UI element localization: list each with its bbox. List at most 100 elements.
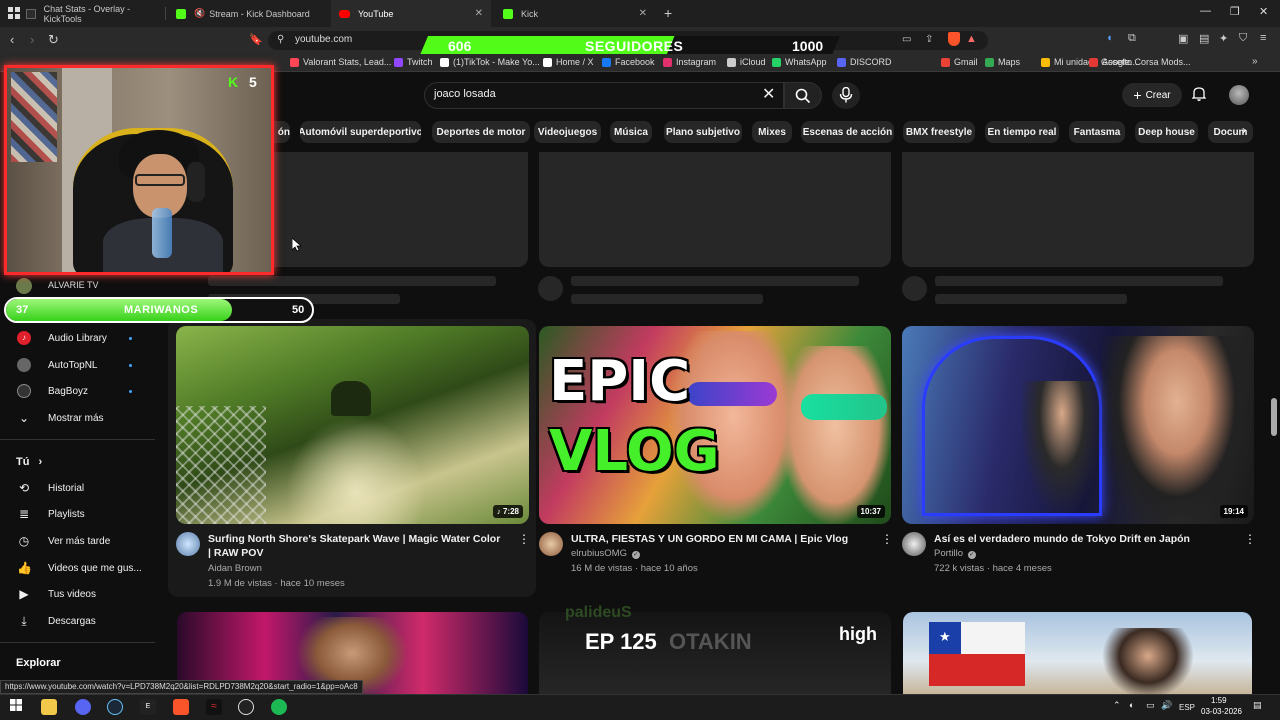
share-icon[interactable]: ⇪ — [925, 34, 933, 45]
sidebar-sub-bagboyz[interactable]: BagBoyz — [0, 378, 160, 404]
video-thumbnail[interactable]: ★ — [903, 612, 1252, 694]
network-icon[interactable]: ▭ — [1146, 700, 1155, 711]
mute-icon[interactable]: 🔇 — [194, 8, 205, 19]
video-thumbnail[interactable]: EPIC VLOG 10:37 — [539, 326, 891, 524]
notifications-bell-icon[interactable] — [1191, 86, 1207, 104]
filter-chip[interactable]: Docum — [1208, 121, 1253, 143]
page-scrollbar[interactable] — [1271, 398, 1277, 436]
cast-icon[interactable]: ▭ — [902, 34, 911, 45]
channel-avatar[interactable] — [902, 532, 926, 556]
back-icon[interactable]: ‹ — [10, 32, 14, 47]
bookmark-item[interactable]: iCloud — [727, 57, 766, 67]
close-tab-icon[interactable]: ✕ — [475, 8, 483, 19]
sidebar-sub-autotopnl[interactable]: AutoTopNL — [0, 352, 160, 378]
clock-date[interactable]: 03-03-2026 — [1201, 707, 1242, 716]
channel-name[interactable]: Aidan Brown — [208, 563, 262, 574]
video-thumbnail[interactable]: 19:14 — [902, 326, 1254, 524]
epic-games-icon[interactable]: E — [140, 699, 156, 715]
account-avatar[interactable] — [1229, 85, 1249, 105]
bookmark-item[interactable]: Facebook — [602, 57, 655, 67]
tab-youtube[interactable]: YouTube ✕ — [331, 0, 491, 27]
leo-ai-icon[interactable]: ✦ — [1219, 32, 1228, 45]
tab-chat-stats[interactable]: Chat Stats - Overlay - KickTools — [0, 0, 165, 27]
restore-icon[interactable]: ❐ — [1230, 5, 1240, 18]
filter-chip[interactable]: BMX freestyle — [903, 121, 975, 143]
sidebar-item-liked-videos[interactable]: 👍 Videos que me gus... — [0, 555, 160, 581]
site-info-icon[interactable]: ⚲ — [277, 34, 284, 45]
channel-avatar[interactable] — [16, 278, 32, 294]
more-options-icon[interactable]: ⋮ — [1244, 532, 1256, 546]
address-url[interactable]: youtube.com — [295, 34, 352, 45]
search-button[interactable] — [784, 82, 822, 109]
channel-avatar[interactable] — [176, 532, 200, 556]
tab-kick[interactable]: Kick ✕ — [495, 0, 655, 27]
sidebar-sub-audio-library[interactable]: ♪ Audio Library — [0, 325, 160, 351]
filter-chip[interactable]: Deep house — [1135, 121, 1198, 143]
sidebar-show-more[interactable]: ⌄ Mostrar más — [0, 405, 160, 431]
filter-chip[interactable]: En tiempo real — [985, 121, 1059, 143]
reload-icon[interactable]: ↻ — [48, 32, 59, 48]
clock-time[interactable]: 1:59 — [1211, 696, 1227, 705]
sidebar-icon[interactable]: ▣ — [1178, 32, 1188, 45]
brave-icon[interactable] — [173, 699, 189, 715]
close-tab-icon[interactable]: ✕ — [639, 8, 647, 19]
windows-start-icon[interactable] — [8, 699, 24, 715]
video-title[interactable]: ULTRA, FIESTAS Y UN GORDO EN MI CAMA | E… — [571, 532, 871, 546]
puzzle-icon[interactable]: ⧉ — [1128, 32, 1136, 45]
sidebar-item-history[interactable]: ⟲ Historial — [0, 475, 160, 501]
extensions-icon[interactable]: ◖ — [1106, 32, 1113, 44]
bookmark-item[interactable]: Valorant Stats, Lead... — [290, 57, 391, 67]
bookmark-item[interactable]: Home / X — [543, 57, 594, 67]
discord-icon[interactable] — [75, 699, 91, 715]
bookmark-item[interactable]: WhatsApp — [772, 57, 827, 67]
sidebar-you-header[interactable]: Tú › — [16, 456, 42, 468]
create-button[interactable]: + Crear — [1122, 83, 1182, 107]
forward-icon[interactable]: › — [30, 32, 34, 47]
bookmark-icon[interactable]: 🔖 — [249, 33, 263, 46]
sidebar-item-downloads[interactable]: ⤓ Descargas — [0, 608, 160, 634]
filter-chip[interactable]: Música — [610, 121, 652, 143]
more-options-icon[interactable]: ⋮ — [518, 532, 530, 546]
brave-rewards-icon[interactable]: ▲ — [966, 33, 977, 45]
vpn-icon[interactable]: ⛉ — [1239, 32, 1247, 45]
bookmark-item[interactable]: DISCORD — [837, 57, 892, 67]
filter-chip[interactable]: Plano subjetivo — [664, 121, 742, 143]
video-thumbnail[interactable]: EP 125 OTAKIN high — [539, 612, 891, 694]
new-tab-button[interactable]: + — [664, 5, 672, 21]
wallet-icon[interactable]: ▤ — [1199, 32, 1209, 45]
tray-overflow-icon[interactable]: ⌃ — [1113, 700, 1121, 711]
bookmark-item[interactable]: Assetto Corsa Mods... — [1089, 57, 1191, 67]
video-title[interactable]: Surfing North Shore's Skatepark Wave | M… — [208, 532, 506, 560]
sidebar-partial-item[interactable]: ALVARIE TV — [48, 280, 99, 290]
search-query[interactable]: joaco losada — [434, 88, 496, 100]
obs-icon[interactable] — [238, 699, 254, 715]
tab-kick-dashboard[interactable]: 🔇 Stream - Kick Dashboard — [168, 0, 328, 27]
filter-chip[interactable]: Escenas de acción — [801, 121, 894, 143]
menu-icon[interactable]: ≡ — [1260, 32, 1266, 44]
more-options-icon[interactable]: ⋮ — [881, 532, 893, 546]
language-indicator[interactable]: ESP — [1179, 703, 1195, 712]
bookmark-item[interactable]: Maps — [985, 57, 1020, 67]
voice-search-button[interactable] — [832, 82, 860, 109]
chevron-right-icon[interactable]: › — [1242, 123, 1246, 137]
channel-name[interactable]: Portillo ✓ — [934, 548, 976, 559]
brave-shield-icon[interactable] — [948, 32, 960, 46]
bookmarks-overflow-icon[interactable]: » — [1252, 56, 1258, 67]
bookmark-item[interactable]: Gmail — [941, 57, 978, 67]
filter-chip[interactable]: Deportes de motor — [432, 121, 530, 143]
bookmark-item[interactable]: Twitch — [394, 57, 433, 67]
volume-icon[interactable]: 🔊 — [1161, 700, 1172, 711]
bookmark-item[interactable]: Instagram — [663, 57, 716, 67]
clear-search-icon[interactable]: ✕ — [762, 84, 775, 104]
file-explorer-icon[interactable] — [41, 699, 57, 715]
spotify-icon[interactable] — [271, 699, 287, 715]
sidebar-item-playlists[interactable]: ≣ Playlists — [0, 501, 160, 527]
video-title[interactable]: Así es el verdadero mundo de Tokyo Drift… — [934, 532, 1234, 546]
minimize-icon[interactable]: — — [1200, 5, 1211, 17]
channel-name[interactable]: elrubiusOMG ✓ — [571, 548, 640, 559]
filter-chip[interactable]: Fantasma — [1069, 121, 1125, 143]
channel-avatar[interactable] — [539, 532, 563, 556]
video-thumbnail[interactable]: ♪ 7:28 — [176, 326, 529, 524]
sidebar-item-watch-later[interactable]: ◷ Ver más tarde — [0, 528, 160, 554]
bookmark-item[interactable]: (1)TikTok - Make Yo... — [440, 57, 540, 67]
